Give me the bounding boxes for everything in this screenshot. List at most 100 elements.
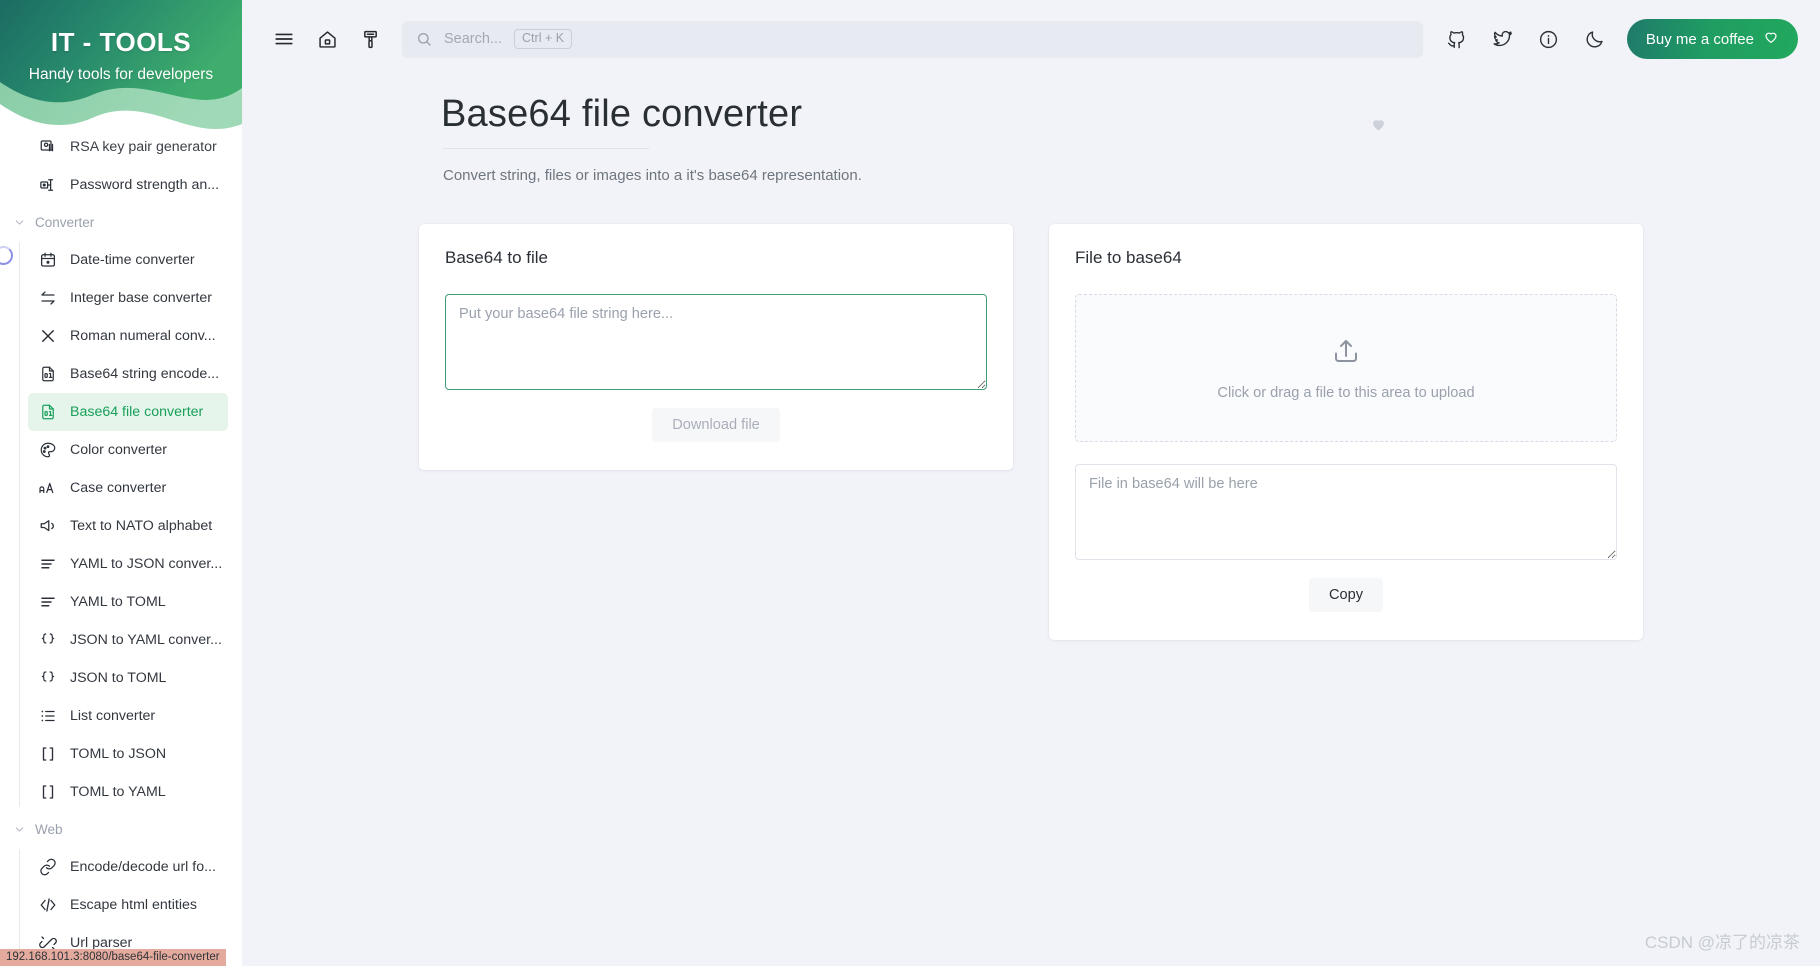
brand-title: IT - TOOLS bbox=[50, 26, 192, 57]
twitter-icon bbox=[1492, 29, 1513, 50]
chevron-down-icon bbox=[12, 216, 26, 230]
sidebar-item-date-time-converter[interactable]: Date-time converter bbox=[28, 241, 228, 279]
roman-x-icon bbox=[38, 327, 57, 346]
sidebar-item-label: Case converter bbox=[70, 480, 167, 496]
file-binary-icon bbox=[38, 365, 57, 384]
buy-me-a-coffee-button[interactable]: Buy me a coffee bbox=[1626, 19, 1798, 59]
sidebar-group-header-web[interactable]: Web bbox=[0, 811, 242, 848]
chevron-down-icon bbox=[12, 823, 26, 837]
copy-button[interactable]: Copy bbox=[1308, 578, 1384, 613]
topbar: Search... Ctrl + K Buy me a coffee bbox=[242, 0, 1820, 78]
sidebar-item-base64-string-encoder[interactable]: Base64 string encode... bbox=[28, 355, 228, 393]
dark-mode-toggle[interactable] bbox=[1575, 19, 1615, 59]
sidebar-item-json-to-yaml-converter[interactable]: JSON to YAML conver... bbox=[28, 621, 228, 659]
about-button[interactable] bbox=[1529, 19, 1569, 59]
sidebar-item-text-to-nato-alphabet[interactable]: Text to NATO alphabet bbox=[28, 507, 228, 545]
sidebar-item-label: Encode/decode url fo... bbox=[70, 859, 216, 875]
list-icon bbox=[38, 707, 57, 726]
card-base64-to-file: Base64 to file Download file bbox=[419, 224, 1013, 471]
sidebar-group-web: Web Encode/decode url fo... Escape html … bbox=[0, 811, 242, 962]
sidebar-item-label: YAML to TOML bbox=[70, 594, 166, 610]
sidebar-item-encode-decode-url[interactable]: Encode/decode url fo... bbox=[28, 848, 228, 886]
sidebar-group-items-web: Encode/decode url fo... Escape html enti… bbox=[0, 848, 242, 962]
sidebar-item-escape-html-entities[interactable]: Escape html entities bbox=[28, 886, 228, 924]
sidebar-item-password-strength-analyser[interactable]: Password strength an... bbox=[28, 166, 228, 204]
sidebar-item-json-to-toml[interactable]: JSON to TOML bbox=[28, 659, 228, 697]
sidebar-item-label: Escape html entities bbox=[70, 897, 197, 913]
sidebar-group-items-converter: Date-time converter Integer base convert… bbox=[0, 241, 242, 811]
github-icon bbox=[1446, 29, 1467, 50]
sidebar: RSA key pair generator Password strength… bbox=[0, 0, 242, 966]
sidebar-item-color-converter[interactable]: Color converter bbox=[28, 431, 228, 469]
brackets-icon bbox=[38, 783, 57, 802]
megaphone-icon bbox=[38, 517, 57, 536]
link-icon bbox=[38, 858, 57, 877]
coffee-button-label: Buy me a coffee bbox=[1645, 30, 1754, 48]
sidebar-item-label: Roman numeral conv... bbox=[70, 328, 216, 344]
menu-icon bbox=[273, 28, 295, 50]
card-title: File to base64 bbox=[1075, 248, 1182, 268]
search-input[interactable]: Search... bbox=[444, 31, 502, 47]
card-title: Base64 to file bbox=[445, 248, 549, 268]
sidebar-top-items: RSA key pair generator Password strength… bbox=[0, 128, 242, 204]
file-upload-dropzone[interactable]: Click or drag a file to this area to upl… bbox=[1075, 294, 1617, 443]
sidebar-item-integer-base-converter[interactable]: Integer base converter bbox=[28, 279, 228, 317]
search-bar[interactable]: Search... Ctrl + K bbox=[402, 20, 1423, 58]
sidebar-item-label: JSON to YAML conver... bbox=[70, 632, 222, 648]
sidebar-item-label: Date-time converter bbox=[70, 252, 195, 268]
sidebar-item-rsa-key-pair-generator[interactable]: RSA key pair generator bbox=[28, 128, 228, 166]
dropzone-label: Click or drag a file to this area to upl… bbox=[1217, 384, 1475, 401]
sidebar-item-case-converter[interactable]: Case converter bbox=[28, 469, 228, 507]
sidebar-item-label: Password strength an... bbox=[70, 177, 220, 193]
sidebar-item-label: Color converter bbox=[70, 442, 167, 458]
sidebar-item-label: Text to NATO alphabet bbox=[70, 518, 213, 534]
sidebar-item-roman-numeral-converter[interactable]: Roman numeral conv... bbox=[28, 317, 228, 355]
sidebar-item-list-converter[interactable]: List converter bbox=[28, 697, 228, 735]
sidebar-item-label: TOML to JSON bbox=[70, 746, 167, 762]
watermark: CSDN @凉了的凉茶 bbox=[1644, 933, 1800, 952]
github-button[interactable] bbox=[1437, 19, 1477, 59]
info-icon bbox=[1538, 29, 1559, 50]
sidebar-item-label: RSA key pair generator bbox=[70, 139, 217, 155]
main-area: Search... Ctrl + K Buy me a coffee Base6… bbox=[242, 0, 1820, 966]
title-divider bbox=[443, 148, 649, 150]
sidebar-item-toml-to-json[interactable]: TOML to JSON bbox=[28, 735, 228, 773]
sidebar-group-rail bbox=[19, 242, 20, 807]
sidebar-group-header-converter[interactable]: Converter bbox=[0, 204, 242, 241]
search-icon bbox=[416, 31, 432, 47]
sidebar-group-label: Converter bbox=[35, 215, 95, 230]
sidebar-item-label: Base64 string encode... bbox=[70, 366, 220, 382]
sidebar-item-label: Integer base converter bbox=[70, 290, 212, 306]
sidebar-scroll-area[interactable]: RSA key pair generator Password strength… bbox=[0, 0, 242, 966]
braces-icon bbox=[38, 631, 57, 650]
sidebar-group-converter: Converter Date-time converter Integer ba… bbox=[0, 204, 242, 811]
topbar-left-actions bbox=[264, 19, 390, 59]
base64-output-textarea[interactable] bbox=[1075, 464, 1617, 561]
certificate-icon bbox=[38, 138, 57, 157]
base64-input-textarea[interactable] bbox=[445, 294, 987, 391]
sidebar-item-toml-to-yaml[interactable]: TOML to YAML bbox=[28, 773, 228, 811]
arrows-swap-icon bbox=[38, 289, 57, 308]
menu-toggle-button[interactable] bbox=[264, 19, 304, 59]
code-icon bbox=[38, 896, 57, 915]
sidebar-item-label: List converter bbox=[70, 708, 156, 724]
braces-icon bbox=[38, 669, 57, 688]
twitter-button[interactable] bbox=[1483, 19, 1523, 59]
sidebar-item-base64-file-converter[interactable]: Base64 file converter bbox=[28, 393, 228, 431]
topbar-right-actions: Buy me a coffee bbox=[1437, 19, 1798, 59]
theme-paint-button[interactable] bbox=[350, 19, 390, 59]
letter-case-icon bbox=[38, 479, 57, 498]
sidebar-group-label: Web bbox=[35, 822, 63, 837]
download-file-button[interactable]: Download file bbox=[652, 408, 780, 443]
heart-icon bbox=[1370, 116, 1387, 138]
cards-row: Base64 to file Download file File to bas… bbox=[419, 224, 1643, 641]
sidebar-item-yaml-to-toml[interactable]: YAML to TOML bbox=[28, 583, 228, 621]
favorite-toggle-button[interactable] bbox=[1370, 116, 1387, 138]
search-shortcut-badge: Ctrl + K bbox=[514, 29, 573, 49]
sidebar-item-yaml-to-json-converter[interactable]: YAML to JSON conver... bbox=[28, 545, 228, 583]
page-title: Base64 file converter bbox=[441, 93, 803, 135]
home-button[interactable] bbox=[307, 19, 347, 59]
heart-outline-icon bbox=[1763, 29, 1779, 49]
sidebar-item-label: YAML to JSON conver... bbox=[70, 556, 223, 572]
sidebar-group-rail bbox=[19, 849, 20, 958]
